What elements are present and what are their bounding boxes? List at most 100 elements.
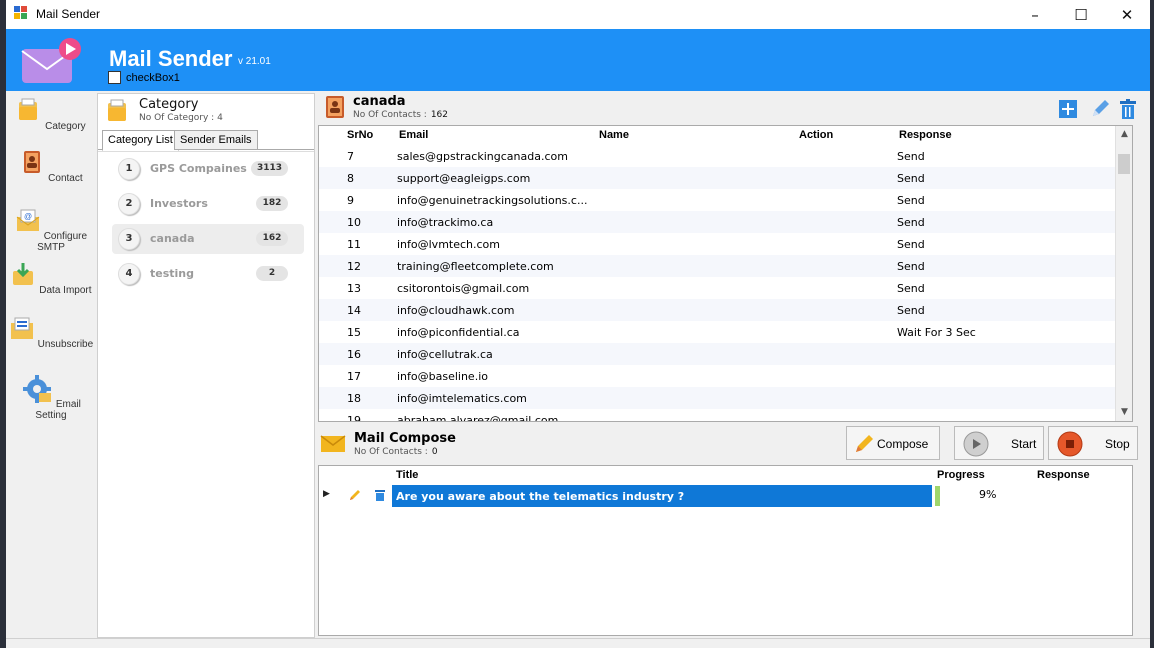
progress-percent: 9% xyxy=(979,488,997,501)
minimize-button[interactable]: – xyxy=(1012,0,1058,29)
compose-button-label: Compose xyxy=(877,437,929,451)
delete-trash-icon[interactable] xyxy=(1116,97,1140,121)
app-name: Mail Sender xyxy=(109,46,233,71)
category-item[interactable]: 4 testing 2 xyxy=(112,259,304,289)
contact-response: Send xyxy=(897,304,925,317)
contact-email: training@fleetcomplete.com xyxy=(397,260,554,273)
contact-row[interactable]: 19 abraham.alvarez@gmail.com xyxy=(319,409,1115,422)
left-navigation: Category Contact @ Configure SMTP Data I… xyxy=(6,91,96,648)
contact-row[interactable]: 17 info@baseline.io xyxy=(319,365,1115,387)
app-banner: Mail Sender v 21.01 checkBox1 xyxy=(6,29,1150,91)
close-button[interactable]: ✕ xyxy=(1104,0,1150,29)
contact-row[interactable]: 12 training@fleetcomplete.com Send xyxy=(319,255,1115,277)
nav-email-setting[interactable]: Email Setting xyxy=(6,373,96,421)
contact-row[interactable]: 11 info@lvmtech.com Send xyxy=(319,233,1115,255)
contact-srno: 7 xyxy=(347,150,354,163)
svg-text:@: @ xyxy=(24,212,32,221)
contact-srno: 14 xyxy=(347,304,361,317)
checkbox-1[interactable] xyxy=(108,71,121,84)
tab-sender-emails[interactable]: Sender Emails xyxy=(174,130,258,150)
category-item-selected[interactable]: 3 canada 162 xyxy=(112,224,304,254)
nav-configure-smtp-label: Configure SMTP xyxy=(37,231,88,253)
contact-response: Send xyxy=(897,216,925,229)
contact-srno: 12 xyxy=(347,260,361,273)
contacts-count: No Of Contacts :162 xyxy=(353,110,448,120)
category-item[interactable]: 2 Investors 182 xyxy=(112,189,304,219)
stop-button[interactable]: Stop xyxy=(1048,426,1138,460)
contact-email: info@imtelematics.com xyxy=(397,392,527,405)
app-window: Mail Sender – ☐ ✕ Mail Sender v 21.01 ch… xyxy=(6,0,1150,648)
scroll-thumb[interactable] xyxy=(1118,154,1130,174)
gear-icon xyxy=(23,375,52,403)
col-srno[interactable]: SrNo xyxy=(347,129,373,141)
category-number: 3 xyxy=(118,228,140,250)
mail-logo-icon xyxy=(21,38,81,83)
col-title[interactable]: Title xyxy=(396,469,418,481)
category-count-badge: 162 xyxy=(256,231,288,246)
contact-row[interactable]: 15 info@piconfidential.ca Wait For 3 Sec xyxy=(319,321,1115,343)
maximize-button[interactable]: ☐ xyxy=(1058,0,1104,29)
add-contact-icon[interactable] xyxy=(1056,97,1080,121)
col-email[interactable]: Email xyxy=(399,129,428,141)
start-button[interactable]: Start xyxy=(954,426,1044,460)
compose-button[interactable]: Compose xyxy=(846,426,940,460)
row-expand-icon[interactable]: ▶ xyxy=(323,489,330,499)
contact-email: info@genuinetrackingsolutions.c... xyxy=(397,194,588,207)
contact-response: Send xyxy=(897,150,925,163)
category-folder-icon xyxy=(19,98,38,120)
delete-trash-icon[interactable] xyxy=(373,488,387,502)
stop-button-label: Stop xyxy=(1105,437,1130,451)
contact-row[interactable]: 7 sales@gpstrackingcanada.com Send xyxy=(319,145,1115,167)
col-action[interactable]: Action xyxy=(799,129,833,141)
mail-row[interactable]: ▶ Are you aware about the telematics ind… xyxy=(319,484,1132,508)
contact-email: info@cloudhawk.com xyxy=(397,304,515,317)
contact-row[interactable]: 16 info@cellutrak.ca xyxy=(319,343,1115,365)
contacts-count-value: 162 xyxy=(430,110,448,120)
nav-category-label: Category xyxy=(45,121,86,132)
mail-title[interactable]: Are you aware about the telematics indus… xyxy=(392,485,932,507)
contact-email: support@eagleigps.com xyxy=(397,172,531,185)
compose-header: Mail Compose No Of Contacts :0 Compose S… xyxy=(318,425,1138,463)
contacts-header: canada No Of Contacts :162 xyxy=(318,93,1138,125)
contact-row[interactable]: 8 support@eagleigps.com Send xyxy=(319,167,1115,189)
nav-unsubscribe[interactable]: Unsubscribe xyxy=(6,315,96,350)
contact-row[interactable]: 18 info@imtelematics.com xyxy=(319,387,1115,409)
contact-row[interactable]: 9 info@genuinetrackingsolutions.c... Send xyxy=(319,189,1115,211)
contacts-grid-header: SrNo Email Name Action Response xyxy=(319,126,1115,144)
contact-srno: 11 xyxy=(347,238,361,251)
compose-count: No Of Contacts :0 xyxy=(354,447,438,457)
edit-pencil-icon[interactable] xyxy=(348,488,362,502)
nav-contact-label: Contact xyxy=(48,173,83,184)
contact-row[interactable]: 14 info@cloudhawk.com Send xyxy=(319,299,1115,321)
progress-bar xyxy=(935,486,940,506)
nav-category[interactable]: Category xyxy=(6,97,96,132)
start-button-label: Start xyxy=(1011,437,1037,451)
contact-email: abraham.alvarez@gmail.com xyxy=(397,414,559,422)
col-progress[interactable]: Progress xyxy=(937,469,985,481)
contact-srno: 19 xyxy=(347,414,361,422)
nav-configure-smtp[interactable]: @ Configure SMTP xyxy=(6,207,96,253)
col-name[interactable]: Name xyxy=(599,129,629,141)
contact-srno: 15 xyxy=(347,326,361,339)
col-response[interactable]: Response xyxy=(899,129,952,141)
contact-row[interactable]: 13 csitorontois@gmail.com Send xyxy=(319,277,1115,299)
scroll-down-icon[interactable]: ▼ xyxy=(1116,404,1132,421)
play-icon xyxy=(963,431,989,457)
contact-row[interactable]: 10 info@trackimo.ca Send xyxy=(319,211,1115,233)
tab-category-list[interactable]: Category List xyxy=(102,130,179,151)
category-number: 1 xyxy=(118,158,140,180)
contact-srno: 18 xyxy=(347,392,361,405)
col-mail-response[interactable]: Response xyxy=(1037,469,1090,481)
compose-count-value: 0 xyxy=(431,447,438,457)
edit-pencil-icon[interactable] xyxy=(1088,97,1112,121)
category-item[interactable]: 1 GPS Compaines 3113 xyxy=(112,154,304,184)
nav-contact[interactable]: Contact xyxy=(6,149,96,184)
scroll-up-icon[interactable]: ▲ xyxy=(1116,126,1132,143)
pencil-icon xyxy=(856,435,873,452)
app-version: v 21.01 xyxy=(238,56,271,67)
category-count: No Of Category : 4 xyxy=(139,113,223,123)
category-panel: Category No Of Category : 4 Category Lis… xyxy=(97,93,315,638)
contacts-scrollbar[interactable]: ▲ ▼ xyxy=(1115,126,1132,421)
category-name: testing xyxy=(150,267,194,280)
nav-data-import[interactable]: Data Import xyxy=(6,261,96,296)
